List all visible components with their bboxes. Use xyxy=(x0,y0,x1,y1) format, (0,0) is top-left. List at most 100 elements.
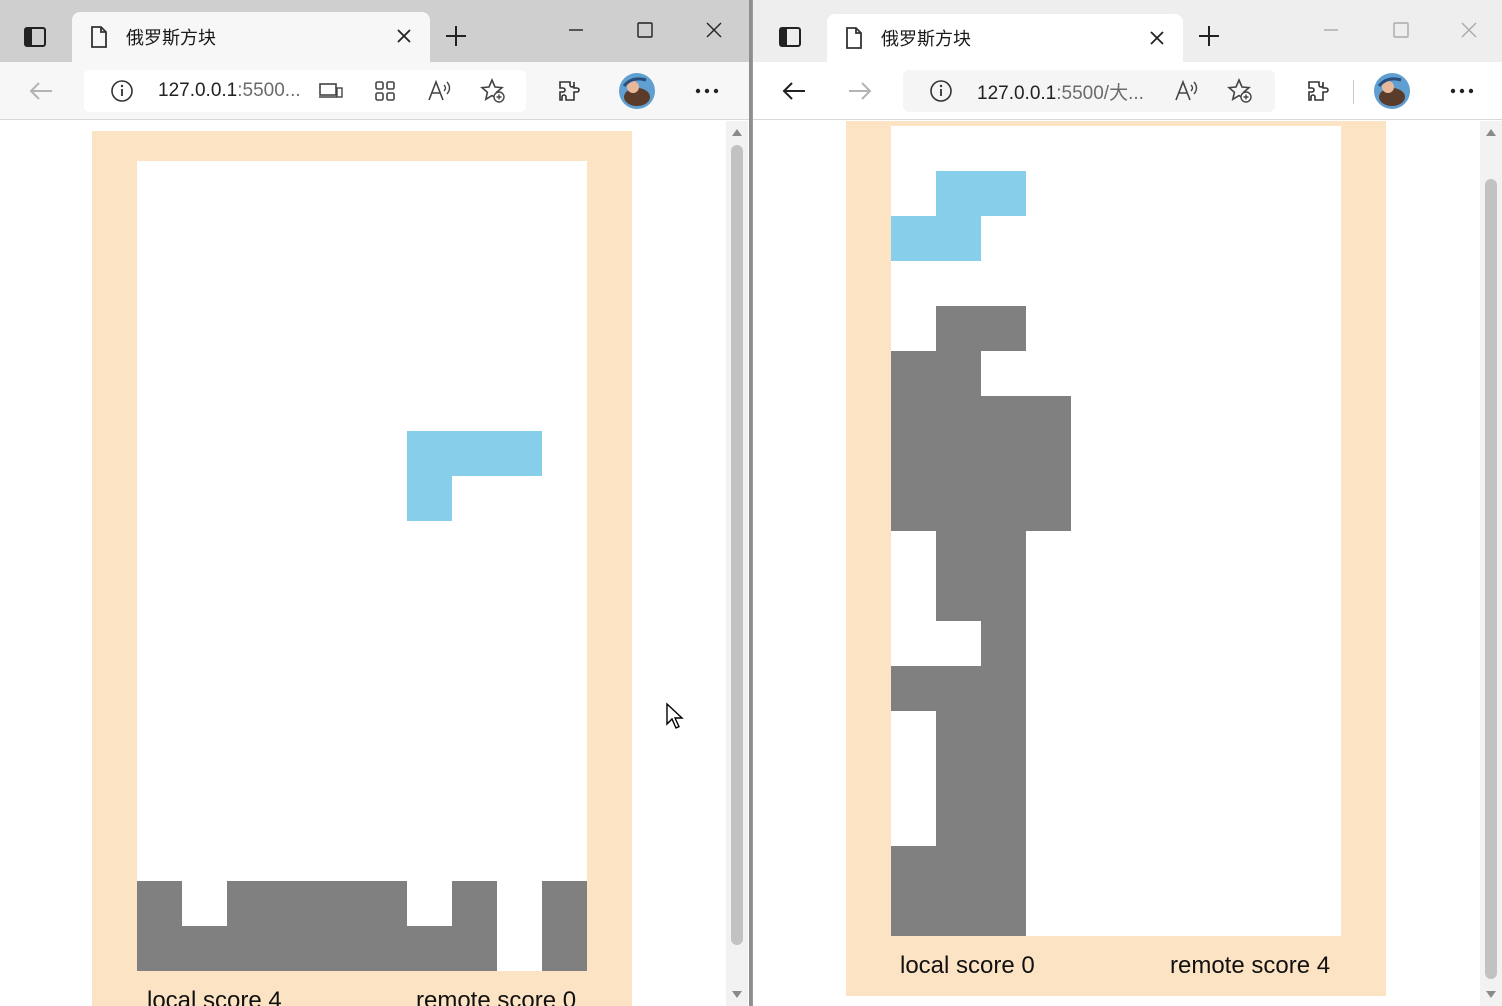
back-arrow-icon[interactable] xyxy=(22,72,60,110)
settled-block xyxy=(936,576,981,621)
address-bar[interactable]: 127.0.0.1:5500/大... xyxy=(903,70,1275,112)
settled-block xyxy=(1026,441,1071,486)
back-arrow-icon[interactable] xyxy=(775,72,813,110)
settled-block xyxy=(981,801,1026,846)
tab-active[interactable]: 俄罗斯方块 xyxy=(827,14,1183,62)
device-icon[interactable] xyxy=(312,72,350,110)
settled-block xyxy=(362,926,407,971)
settled-block xyxy=(936,801,981,846)
minimize-icon[interactable] xyxy=(558,14,594,46)
settled-block xyxy=(317,926,362,971)
active-piece-block xyxy=(407,431,452,476)
favorite-add-icon[interactable] xyxy=(1221,72,1259,110)
settled-block xyxy=(272,881,317,926)
scroll-up-icon[interactable] xyxy=(1486,129,1496,136)
tetris-game-container: local score 0 remote score 4 xyxy=(846,121,1386,996)
settled-block xyxy=(1026,486,1071,531)
url-host: 127.0.0.1 xyxy=(977,82,1057,104)
navigation-toolbar: 127.0.0.1:5500... xyxy=(0,62,750,120)
minimize-icon[interactable] xyxy=(1313,14,1349,46)
toolbar-separator xyxy=(1353,80,1354,104)
extensions-icon[interactable] xyxy=(550,72,588,110)
maximize-icon[interactable] xyxy=(627,14,663,46)
settled-block xyxy=(981,441,1026,486)
info-icon[interactable] xyxy=(929,79,953,103)
settled-block xyxy=(891,486,936,531)
tab-active[interactable]: 俄罗斯方块 xyxy=(72,12,430,62)
scrollbar-thumb[interactable] xyxy=(731,145,743,945)
settled-block xyxy=(981,306,1026,351)
profile-avatar[interactable] xyxy=(1373,72,1411,110)
scroll-down-icon[interactable] xyxy=(1486,991,1496,998)
settled-block xyxy=(981,891,1026,936)
browser-window-left: 俄罗斯方块 127.0.0.1:5500... local score 4 re… xyxy=(0,0,750,1006)
settled-block xyxy=(936,666,981,711)
page-icon xyxy=(88,24,110,50)
address-bar[interactable]: 127.0.0.1:5500... xyxy=(84,70,526,112)
favorite-add-icon[interactable] xyxy=(474,72,512,110)
scroll-down-icon[interactable] xyxy=(732,991,742,998)
settled-block xyxy=(891,891,936,936)
settled-block xyxy=(981,396,1026,441)
vertical-scrollbar[interactable] xyxy=(1480,121,1502,1006)
active-piece-block xyxy=(497,431,542,476)
settled-block xyxy=(981,666,1026,711)
info-icon[interactable] xyxy=(110,79,134,103)
mouse-cursor-icon xyxy=(665,702,685,730)
more-icon[interactable] xyxy=(688,72,726,110)
settled-block xyxy=(137,881,182,926)
more-icon[interactable] xyxy=(1443,72,1481,110)
profile-avatar[interactable] xyxy=(618,72,656,110)
read-aloud-icon[interactable] xyxy=(1167,72,1205,110)
tab-actions-button[interactable] xyxy=(14,22,56,52)
settled-block xyxy=(1026,396,1071,441)
new-tab-icon[interactable] xyxy=(440,20,472,52)
url-text: 127.0.0.1:5500/大... xyxy=(977,78,1144,105)
extensions-icon[interactable] xyxy=(1299,72,1337,110)
settled-block xyxy=(936,531,981,576)
tab-actions-button[interactable] xyxy=(769,22,811,52)
tetris-board[interactable] xyxy=(137,161,587,971)
active-piece-block xyxy=(407,476,452,521)
close-window-icon[interactable] xyxy=(696,14,732,46)
forward-arrow-icon[interactable] xyxy=(841,72,879,110)
settled-block xyxy=(936,396,981,441)
settled-block xyxy=(981,846,1026,891)
settled-block xyxy=(227,926,272,971)
settled-block xyxy=(407,926,452,971)
settled-block xyxy=(452,881,497,926)
close-tab-icon[interactable] xyxy=(1145,26,1169,50)
vertical-scrollbar[interactable] xyxy=(726,121,748,1006)
settled-block xyxy=(362,881,407,926)
tab-strip: 俄罗斯方块 xyxy=(0,0,750,62)
page-icon xyxy=(843,25,865,51)
close-window-icon[interactable] xyxy=(1451,14,1487,46)
settled-block xyxy=(981,621,1026,666)
page-viewport: local score 0 remote score 4 xyxy=(753,121,1502,1006)
tetris-board[interactable] xyxy=(891,126,1341,936)
local-score: local score 0 xyxy=(900,952,1035,979)
new-tab-icon[interactable] xyxy=(1193,20,1225,52)
apps-icon[interactable] xyxy=(366,72,404,110)
tab-actions-icon xyxy=(779,27,801,47)
close-tab-icon[interactable] xyxy=(392,24,416,48)
settled-block xyxy=(936,441,981,486)
tab-title: 俄罗斯方块 xyxy=(126,28,216,49)
read-aloud-icon[interactable] xyxy=(420,72,458,110)
settled-block xyxy=(272,926,317,971)
settled-block xyxy=(936,756,981,801)
remote-score: remote score 0 xyxy=(416,987,577,1006)
settled-block xyxy=(542,926,587,971)
settled-block xyxy=(891,666,936,711)
settled-block xyxy=(981,576,1026,621)
active-piece-block xyxy=(891,216,936,261)
url-path: :5500/大... xyxy=(1056,82,1144,104)
scrollbar-thumb[interactable] xyxy=(1485,179,1497,979)
settled-block xyxy=(137,926,182,971)
active-piece-block xyxy=(936,171,981,216)
scroll-up-icon[interactable] xyxy=(732,129,742,136)
settled-block xyxy=(981,531,1026,576)
maximize-icon[interactable] xyxy=(1383,14,1419,46)
settled-block xyxy=(891,396,936,441)
tetris-game-container: local score 4 remote score 0 xyxy=(92,131,632,1006)
